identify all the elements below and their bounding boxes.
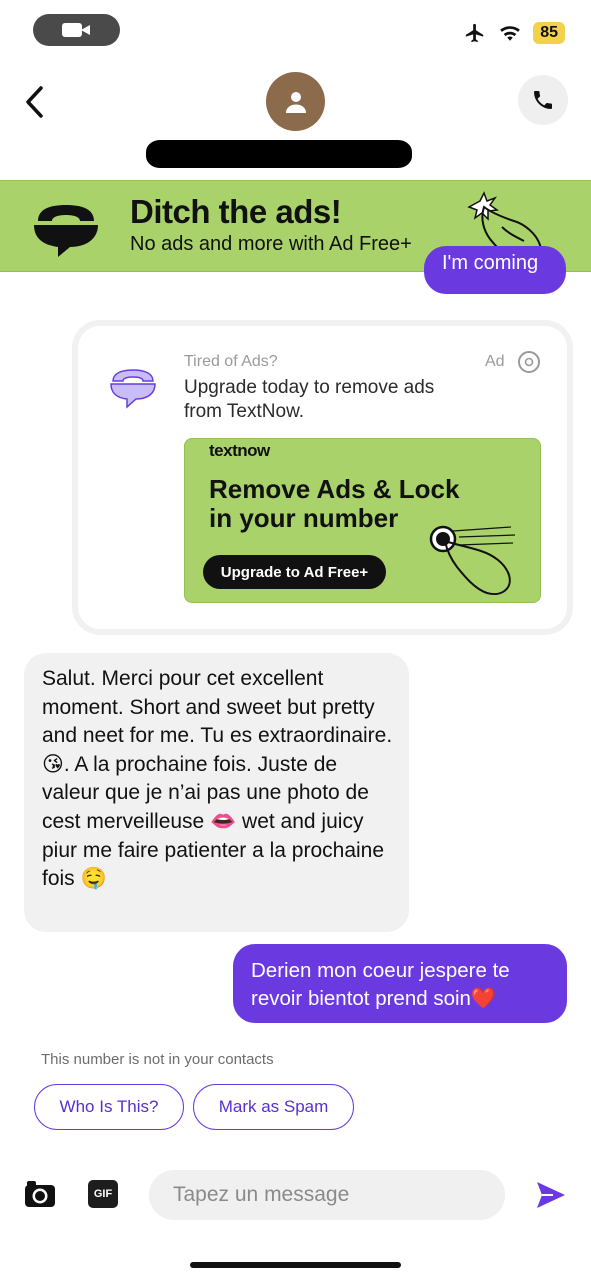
ad-eyebrow: Tired of Ads?: [184, 353, 278, 370]
ad-body-text: Upgrade today to remove ads from TextNow…: [184, 377, 435, 422]
home-indicator[interactable]: [190, 1262, 401, 1268]
hand-pressing-button-icon: [429, 525, 516, 595]
back-button[interactable]: [18, 82, 50, 122]
contact-name-redacted: [146, 140, 412, 168]
video-camera-icon: [61, 21, 92, 39]
status-icons: 85: [463, 22, 565, 44]
conversation-header: [0, 60, 591, 180]
who-is-this-button[interactable]: Who Is This?: [34, 1084, 184, 1130]
sent-message-text: I'm coming: [442, 252, 539, 274]
banner-subtitle: No ads and more with Ad Free+: [130, 233, 412, 255]
sent-message-text: Derien mon coeur jespere te revoir bient…: [251, 959, 510, 1010]
screen-recording-indicator[interactable]: [33, 14, 120, 46]
call-button[interactable]: [518, 75, 568, 125]
camera-icon[interactable]: [24, 1180, 56, 1208]
textnow-logo-icon: [34, 205, 98, 257]
received-message-text: Salut. Merci pour cet excellent moment. …: [42, 667, 393, 891]
received-message-bubble[interactable]: Salut. Merci pour cet excellent moment. …: [24, 653, 409, 932]
airplane-icon: [466, 23, 484, 43]
upgrade-button[interactable]: Upgrade to Ad Free+: [203, 555, 386, 589]
mark-as-spam-button[interactable]: Mark as Spam: [193, 1084, 354, 1130]
ad-creative[interactable]: textnow Remove Ads & Lock in your number…: [184, 438, 541, 603]
banner-title: Ditch the ads!: [130, 193, 342, 230]
sent-message-bubble[interactable]: I'm coming: [424, 246, 566, 294]
sent-message-bubble[interactable]: Derien mon coeur jespere te revoir bient…: [233, 944, 567, 1023]
ad-creative-brand: textnow: [209, 441, 270, 460]
ad-info-icon[interactable]: [518, 351, 540, 373]
wifi-icon: [500, 26, 521, 41]
person-icon: [285, 91, 306, 113]
phone-icon: [534, 91, 552, 109]
textnow-logo-icon: [110, 369, 156, 409]
send-icon[interactable]: [535, 1180, 567, 1210]
ad-card[interactable]: Tired of Ads? Upgrade today to remove ad…: [78, 326, 567, 629]
message-input[interactable]: [149, 1170, 505, 1220]
avatar[interactable]: [266, 72, 325, 131]
unknown-contact-notice: This number is not in your contacts: [41, 1051, 274, 1068]
status-bar: 85: [0, 0, 591, 60]
battery-icon: 85: [533, 22, 565, 44]
ad-label: Ad: [485, 353, 505, 370]
message-composer: GIF: [0, 1160, 591, 1230]
chevron-left-icon: [26, 86, 43, 118]
gif-button[interactable]: GIF: [88, 1180, 118, 1208]
